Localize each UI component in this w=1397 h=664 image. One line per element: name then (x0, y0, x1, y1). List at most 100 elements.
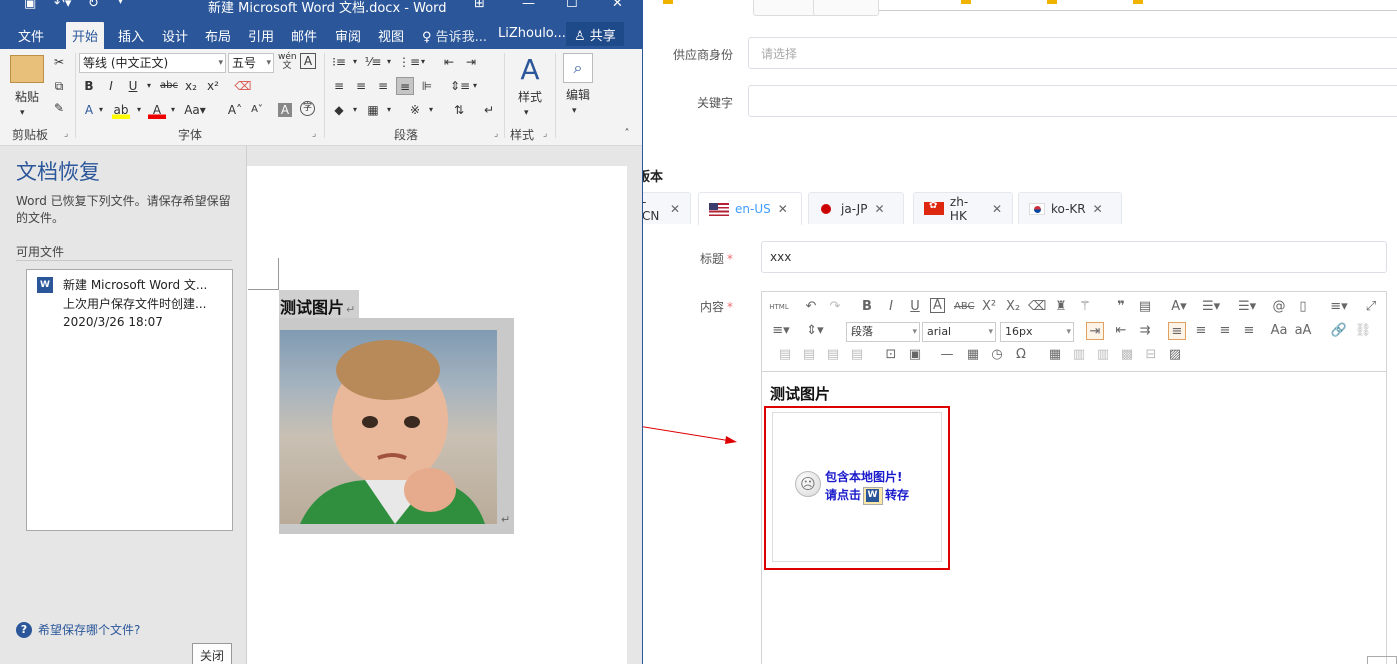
strikethrough-icon[interactable]: abc (158, 77, 180, 95)
italic-icon[interactable]: I (102, 77, 120, 95)
tab-layout[interactable]: 布局 (205, 26, 231, 45)
share-button[interactable]: ♙ 共享 (566, 22, 624, 46)
save-icon[interactable]: ▣ (24, 0, 36, 11)
sort-icon[interactable]: ⇅ (450, 101, 468, 119)
date-icon[interactable]: ▦ (964, 346, 982, 364)
tab-view[interactable]: 视图 (378, 26, 404, 45)
help-link[interactable]: ? 希望保存哪个文件? (16, 621, 140, 638)
bold-icon[interactable]: B (80, 77, 98, 95)
text-effects-dropdown-icon[interactable]: ▾ (92, 101, 110, 119)
editing-button[interactable]: 编辑 (560, 87, 596, 103)
shading-dropdown-icon[interactable]: ▾ (346, 101, 364, 119)
time-icon[interactable]: ◷ (988, 346, 1006, 364)
editor-body[interactable]: 测试图片 ☹ 包含本地图片! 请点击转存 (762, 373, 1386, 664)
magic-wand-icon[interactable]: ⚚ (1076, 298, 1094, 316)
tab-zh-cn[interactable]: -CN ✕ (643, 192, 691, 224)
merge-cells-icon[interactable]: ▩ (1118, 346, 1136, 364)
ordered-list-icon[interactable]: ☰▾ (1202, 298, 1220, 316)
at-icon[interactable]: @ (1270, 298, 1288, 316)
styles-button[interactable]: 样式 (512, 89, 548, 105)
distributed-icon[interactable]: ⊫ (418, 77, 436, 95)
image-none-icon[interactable]: ▤ (776, 346, 794, 364)
vertical-scrollbar[interactable] (627, 146, 642, 664)
html-source-button[interactable]: HTML (768, 298, 790, 316)
close-button[interactable]: 关闭 (192, 643, 232, 664)
subscript-icon[interactable]: X₂ (1004, 298, 1022, 316)
local-image-placeholder[interactable]: ☹ 包含本地图片! 请点击转存 (772, 412, 942, 562)
rtl-icon[interactable]: ⇤ (1112, 322, 1130, 340)
numbering-dropdown-icon[interactable]: ▾ (380, 53, 398, 71)
word-transfer-icon[interactable] (863, 486, 884, 505)
char-shading-icon[interactable]: A (278, 103, 292, 117)
maximize-icon[interactable]: ☐ (566, 0, 578, 11)
superscript-icon[interactable]: X² (980, 298, 998, 316)
font-family-select[interactable]: arial (922, 322, 996, 342)
insert-image-icon[interactable]: ▣ (906, 346, 924, 364)
font-launcher-icon[interactable]: ⌟ (312, 129, 316, 139)
horizontal-rule-icon[interactable]: — (938, 346, 956, 364)
align-right-icon[interactable]: ≡ (1216, 322, 1234, 340)
show-marks-icon[interactable]: ↵ (480, 101, 498, 119)
recovered-file-item[interactable]: W 新建 Microsoft Word 文... 上次用户保存文件时创建... … (27, 270, 232, 334)
change-case-icon[interactable]: Aa▾ (182, 101, 208, 119)
line-height-icon[interactable]: ≡▾ (1330, 298, 1348, 316)
user-name[interactable]: LiZhoulo... (498, 26, 566, 41)
align-justify-icon[interactable]: ≡ (1240, 322, 1258, 340)
underline-icon[interactable]: U (906, 298, 924, 316)
tab-design[interactable]: 设计 (162, 26, 188, 45)
tell-me-box[interactable]: ♀ 告诉我... (422, 26, 487, 45)
shrink-font-icon[interactable]: A˅ (248, 101, 266, 119)
cut-icon[interactable]: ✂ (50, 53, 68, 71)
search-icon[interactable]: ⌕ (563, 53, 593, 83)
close-icon[interactable]: ✕ (1093, 202, 1103, 216)
decrease-indent-icon[interactable]: ⇤ (440, 53, 458, 71)
align-center-icon[interactable]: ≡ (1192, 322, 1210, 340)
bold-icon[interactable]: B (858, 298, 876, 316)
simple-upload-icon[interactable]: ⊡ (882, 346, 900, 364)
font-color-dropdown-icon[interactable]: ▾ (164, 101, 182, 119)
multilevel-dropdown-icon[interactable]: ▾ (414, 53, 432, 71)
image-icon[interactable]: ▨ (1166, 346, 1184, 364)
format-brush-icon[interactable]: ♜ (1052, 298, 1070, 316)
new-doc-icon[interactable]: ▯ (1294, 298, 1312, 316)
indent-icon[interactable]: ⇉ (1136, 322, 1154, 340)
image-left-icon[interactable]: ▤ (800, 346, 818, 364)
close-icon[interactable]: ✕ (992, 202, 1002, 216)
styles-dropdown-icon[interactable]: ▾ (524, 105, 529, 121)
tab-ko-kr[interactable]: ko-KR ✕ (1018, 192, 1122, 224)
to-lowercase-icon[interactable]: aA (1294, 322, 1312, 340)
superscript-icon[interactable]: x² (204, 77, 222, 95)
paste-button[interactable]: 粘贴 (8, 89, 46, 105)
supplier-select[interactable]: 请选择 (748, 37, 1397, 69)
font-border-icon[interactable]: A (930, 298, 945, 313)
title-input[interactable]: xxx (761, 241, 1387, 273)
tab-en-us[interactable]: en-US ✕ (698, 192, 802, 225)
keyword-input[interactable] (748, 85, 1397, 117)
close-icon[interactable]: ✕ (874, 202, 884, 216)
row-spacing-icon[interactable]: ≡▾ (772, 322, 790, 340)
font-size-select[interactable]: 16px (1000, 322, 1074, 342)
font-size-box[interactable]: 五号 (228, 53, 274, 73)
align-right-icon[interactable]: ≡ (374, 77, 392, 95)
font-color-icon[interactable]: A▾ (1170, 298, 1188, 316)
bottom-button-fragment[interactable] (1367, 656, 1397, 664)
close-icon[interactable]: ✕ (778, 202, 788, 216)
selected-image-frame[interactable]: ↵ (279, 318, 514, 534)
close-icon[interactable]: ✕ (670, 202, 680, 216)
align-center-icon[interactable]: ≡ (352, 77, 370, 95)
font-name-box[interactable]: 等线 (中文正文) (79, 53, 226, 73)
highlight-dropdown-icon[interactable]: ▾ (130, 101, 148, 119)
paragraph-select[interactable]: 段落 (846, 322, 920, 342)
undo-icon[interactable]: ↶▾ (54, 0, 71, 11)
ltr-icon[interactable]: ⇥ (1086, 322, 1104, 340)
align-left-icon[interactable]: ≡ (1168, 322, 1186, 340)
split-cells-icon[interactable]: ⊟ (1142, 346, 1160, 364)
unordered-list-icon[interactable]: ☰▾ (1238, 298, 1256, 316)
bullets-dropdown-icon[interactable]: ▾ (346, 53, 364, 71)
strikethrough-icon[interactable]: ABC (954, 298, 975, 316)
justify-icon[interactable]: ≡ (396, 77, 414, 95)
tab-ja-jp[interactable]: ja-JP ✕ (808, 192, 904, 224)
close-icon[interactable]: ✕ (612, 0, 623, 11)
paste-text-icon[interactable]: ▤ (1136, 298, 1154, 316)
to-uppercase-icon[interactable]: Aa (1270, 322, 1288, 340)
